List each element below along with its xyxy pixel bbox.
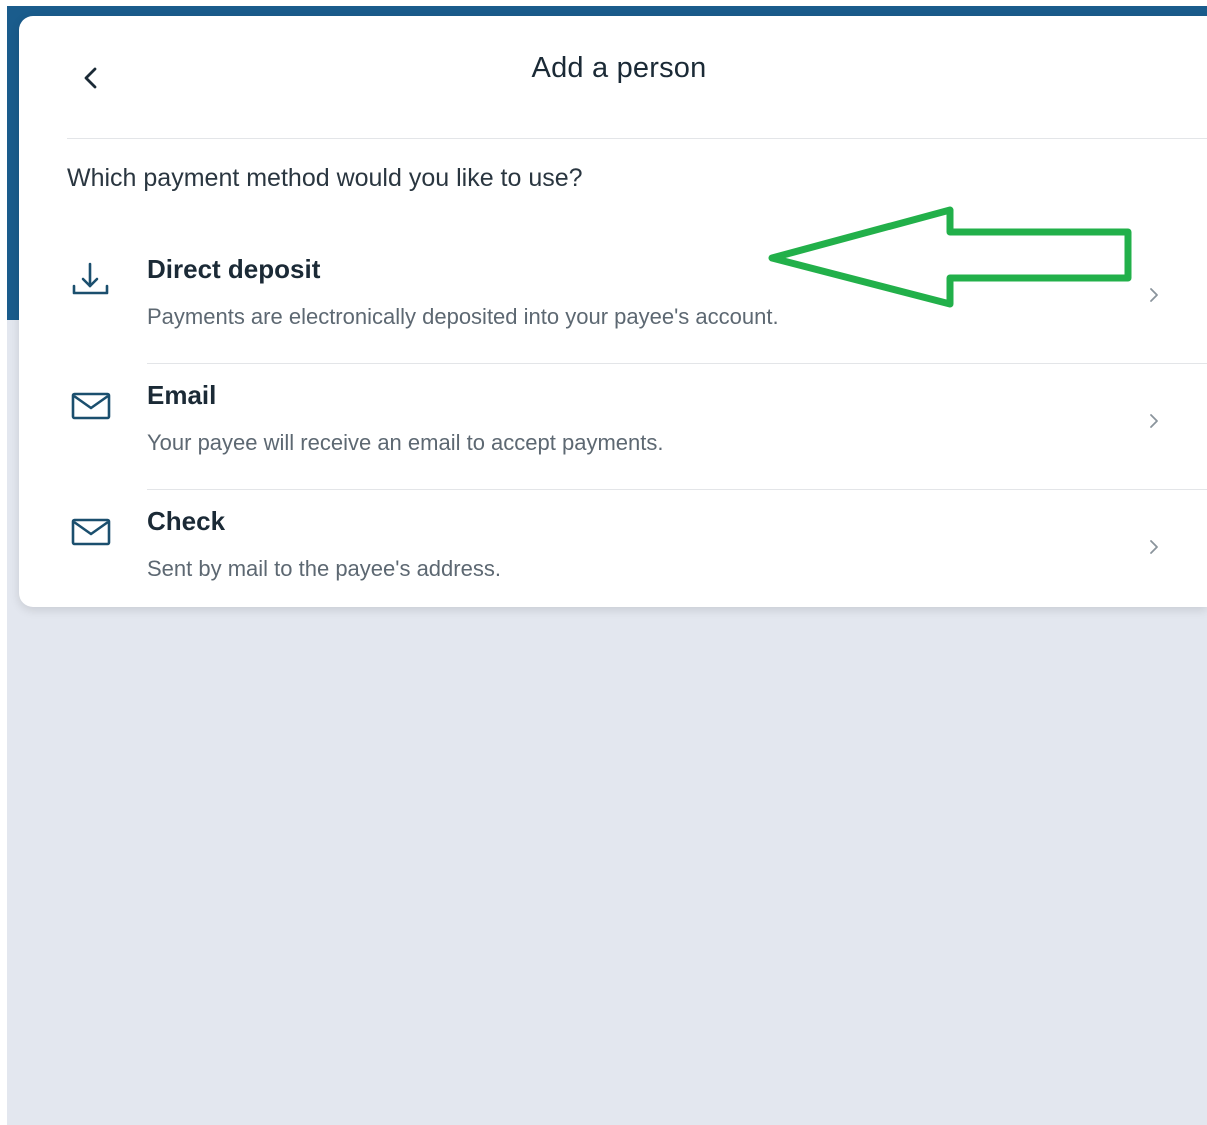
option-check[interactable]: Check Sent by mail to the payee's addres… bbox=[19, 490, 1207, 607]
chevron-right-icon bbox=[1150, 288, 1158, 302]
add-person-dialog: Add a person Which payment method would … bbox=[19, 16, 1207, 607]
dialog-title: Add a person bbox=[531, 52, 707, 84]
option-title: Email bbox=[147, 380, 217, 410]
option-title: Direct deposit bbox=[147, 254, 321, 284]
chevron-right-icon bbox=[1150, 540, 1158, 554]
payment-method-question: Which payment method would you like to u… bbox=[67, 164, 583, 192]
chevron-right-icon bbox=[1150, 414, 1158, 428]
download-icon bbox=[72, 262, 109, 295]
mail-icon bbox=[71, 518, 111, 546]
option-title: Check bbox=[147, 506, 226, 536]
option-description: Sent by mail to the payee's address. bbox=[147, 556, 501, 581]
mail-icon bbox=[71, 392, 111, 420]
option-description: Payments are electronically deposited in… bbox=[147, 304, 779, 329]
option-email[interactable]: Email Your payee will receive an email t… bbox=[19, 364, 1207, 490]
option-description: Your payee will receive an email to acce… bbox=[147, 430, 664, 455]
header-divider bbox=[67, 138, 1207, 139]
option-direct-deposit[interactable]: Direct deposit Payments are electronical… bbox=[19, 238, 1207, 364]
payment-method-list: Direct deposit Payments are electronical… bbox=[19, 238, 1207, 607]
